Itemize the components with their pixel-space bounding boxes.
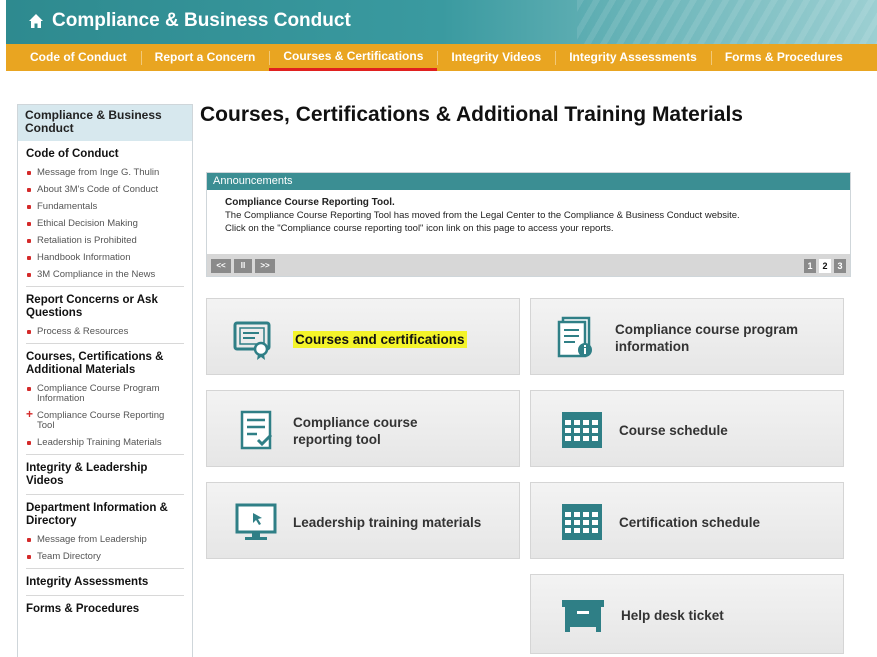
sidebar-link[interactable]: Leadership Training Materials (26, 438, 184, 448)
sidebar-section-title[interactable]: Code of Conduct (26, 148, 184, 161)
desk-icon (562, 600, 604, 632)
page-3[interactable]: 3 (834, 259, 846, 273)
site-title-text: Compliance & Business Conduct (52, 10, 351, 31)
sidebar-section-code-of-conduct: Code of Conduct Message from Inge G. Thu… (26, 141, 184, 287)
announcements-panel: Announcements Compliance Course Reportin… (206, 172, 851, 277)
announcement-text-line1: The Compliance Course Reporting Tool has… (225, 210, 740, 221)
sidebar-link[interactable]: Team Directory (26, 552, 184, 562)
announcement-controls: << II >> 1 2 3 (207, 254, 850, 276)
nav-forms-procedures[interactable]: Forms & Procedures (710, 44, 857, 71)
page-2-current[interactable]: 2 (819, 259, 831, 273)
sidebar-link[interactable]: Fundamentals (26, 202, 184, 212)
sidebar-link[interactable]: 3M Compliance in the News (26, 270, 184, 280)
announcement-body: Compliance Course Reporting Tool. The Co… (207, 190, 850, 241)
sidebar-link[interactable]: Process & Resources (26, 327, 184, 337)
sidebar-link[interactable]: Ethical Decision Making (26, 219, 184, 229)
sidebar-section-title[interactable]: Integrity Assessments (26, 576, 184, 589)
site-title[interactable]: Compliance & Business Conduct (28, 10, 351, 32)
document-info-icon (557, 316, 592, 358)
announcement-headline: Compliance Course Reporting Tool. (225, 197, 395, 208)
nav-integrity-assessments[interactable]: Integrity Assessments (555, 44, 711, 71)
main-nav: Code of Conduct Report a Concern Courses… (6, 44, 877, 71)
calendar-icon (562, 412, 602, 448)
sidebar-section-title[interactable]: Forms & Procedures (26, 603, 184, 616)
nav-report-a-concern[interactable]: Report a Concern (140, 44, 270, 71)
announcement-text-line2: Click on the "Compliance course reportin… (225, 223, 614, 234)
announcements-heading: Announcements (207, 173, 850, 190)
tile-label-certification: Certification schedule (619, 515, 761, 530)
tile-label-helpdesk: Help desk ticket (621, 608, 724, 623)
sidebar-section-report-concerns: Report Concerns or Ask Questions Process… (26, 287, 184, 344)
sidebar-link[interactable]: About 3M's Code of Conduct (26, 185, 184, 195)
tile-label-leadership: Leadership training materials (293, 515, 482, 530)
home-icon[interactable] (28, 13, 44, 29)
tile-label-reporting-line1: Compliance course (293, 415, 418, 430)
sidebar-link[interactable]: Message from Inge G. Thulin (26, 168, 184, 178)
sidebar-link[interactable]: Retaliation is Prohibited (26, 236, 184, 246)
monitor-icon (235, 503, 277, 540)
sidebar-section-title[interactable]: Report Concerns or Ask Questions (26, 294, 184, 320)
tile-courses-certifications[interactable]: Courses and certifications (206, 298, 520, 375)
next-button[interactable]: >> (255, 259, 275, 273)
nav-integrity-videos[interactable]: Integrity Videos (437, 44, 555, 71)
tile-label-courses: Courses and certifications (293, 331, 467, 348)
sidebar: Compliance & Business Conduct Code of Co… (17, 104, 193, 657)
sidebar-link[interactable]: Handbook Information (26, 253, 184, 263)
header-banner: Compliance & Business Conduct (6, 0, 877, 44)
tile-label-reporting-line2: reporting tool (293, 432, 381, 447)
nav-code-of-conduct[interactable]: Code of Conduct (6, 44, 141, 71)
tile-certification-schedule[interactable]: Certification schedule (530, 482, 844, 559)
tile-course-schedule[interactable]: Course schedule (530, 390, 844, 467)
nav-courses-certifications[interactable]: Courses & Certifications (269, 44, 438, 71)
sidebar-section-title[interactable]: Department Information & Directory (26, 502, 184, 528)
certificate-icon (233, 321, 271, 360)
sidebar-section-forms: Forms & Procedures (26, 596, 184, 622)
previous-button[interactable]: << (211, 259, 231, 273)
page-title: Courses, Certifications & Additional Tra… (200, 103, 743, 126)
sidebar-section-assessments: Integrity Assessments (26, 569, 184, 596)
tile-leadership-training[interactable]: Leadership training materials (206, 482, 520, 559)
checklist-icon (240, 410, 273, 450)
sidebar-section-title[interactable]: Courses, Certifications & Additional Mat… (26, 351, 184, 377)
tile-reporting-tool[interactable]: Compliance course reporting tool (206, 390, 520, 467)
banner-decoration (577, 0, 877, 44)
sidebar-section-title[interactable]: Integrity & Leadership Videos (26, 462, 184, 488)
sidebar-heading[interactable]: Compliance & Business Conduct (18, 105, 192, 141)
sidebar-link[interactable]: Message from Leadership (26, 535, 184, 545)
sidebar-link-expandable[interactable]: Compliance Course Reporting Tool (26, 409, 184, 431)
calendar-icon (562, 504, 602, 540)
sidebar-section-videos: Integrity & Leadership Videos (26, 455, 184, 495)
tile-program-information[interactable]: Compliance course program information (530, 298, 844, 375)
sidebar-link[interactable]: Compliance Course Program Information (26, 384, 184, 404)
sidebar-section-courses: Courses, Certifications & Additional Mat… (26, 344, 184, 455)
tile-label-program-line2: information (615, 339, 690, 354)
sidebar-section-department: Department Information & Directory Messa… (26, 495, 184, 569)
tile-label-course-schedule: Course schedule (619, 423, 728, 438)
tile-label-program-line1: Compliance course program (615, 322, 799, 337)
tile-help-desk[interactable]: Help desk ticket (530, 574, 844, 654)
pause-button[interactable]: II (234, 259, 252, 273)
page-1[interactable]: 1 (804, 259, 816, 273)
